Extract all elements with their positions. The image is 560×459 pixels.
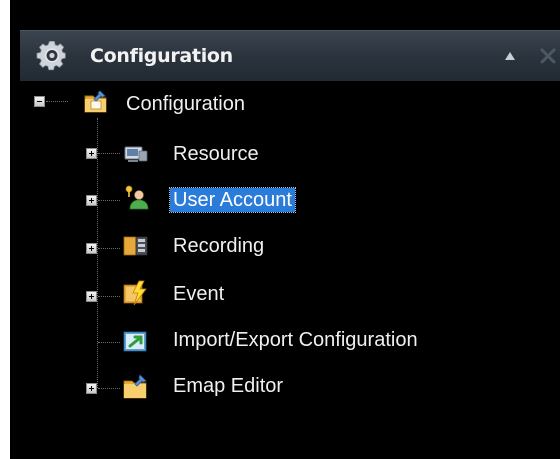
tree-item-emap-editor[interactable]: Emap Editor (173, 374, 283, 398)
expand-toggle-recording[interactable] (86, 243, 97, 254)
emap-editor-icon (123, 374, 147, 399)
configuration-folder-icon (84, 90, 107, 113)
tree-item-user-account[interactable]: User Account (169, 187, 296, 213)
recording-icon (123, 236, 148, 256)
tree-item-import-export[interactable]: Import/Export Configuration (173, 328, 418, 352)
resource-icon (124, 146, 148, 162)
tree-item-recording[interactable]: Recording (173, 234, 264, 258)
event-icon (123, 280, 147, 306)
collapse-toggle[interactable] (34, 96, 45, 107)
configuration-tree: Configuration Resource User Account Reco… (0, 0, 560, 459)
tree-root-label[interactable]: Configuration (126, 92, 245, 116)
tree-item-resource[interactable]: Resource (173, 142, 259, 166)
import-export-icon (123, 331, 147, 352)
expand-toggle-emap-editor[interactable] (86, 383, 97, 394)
expand-toggle-event[interactable] (86, 291, 97, 302)
user-account-icon (125, 185, 149, 210)
tree-item-event[interactable]: Event (173, 282, 224, 306)
expand-toggle-user-account[interactable] (86, 195, 97, 206)
expand-toggle-resource[interactable] (86, 148, 97, 159)
